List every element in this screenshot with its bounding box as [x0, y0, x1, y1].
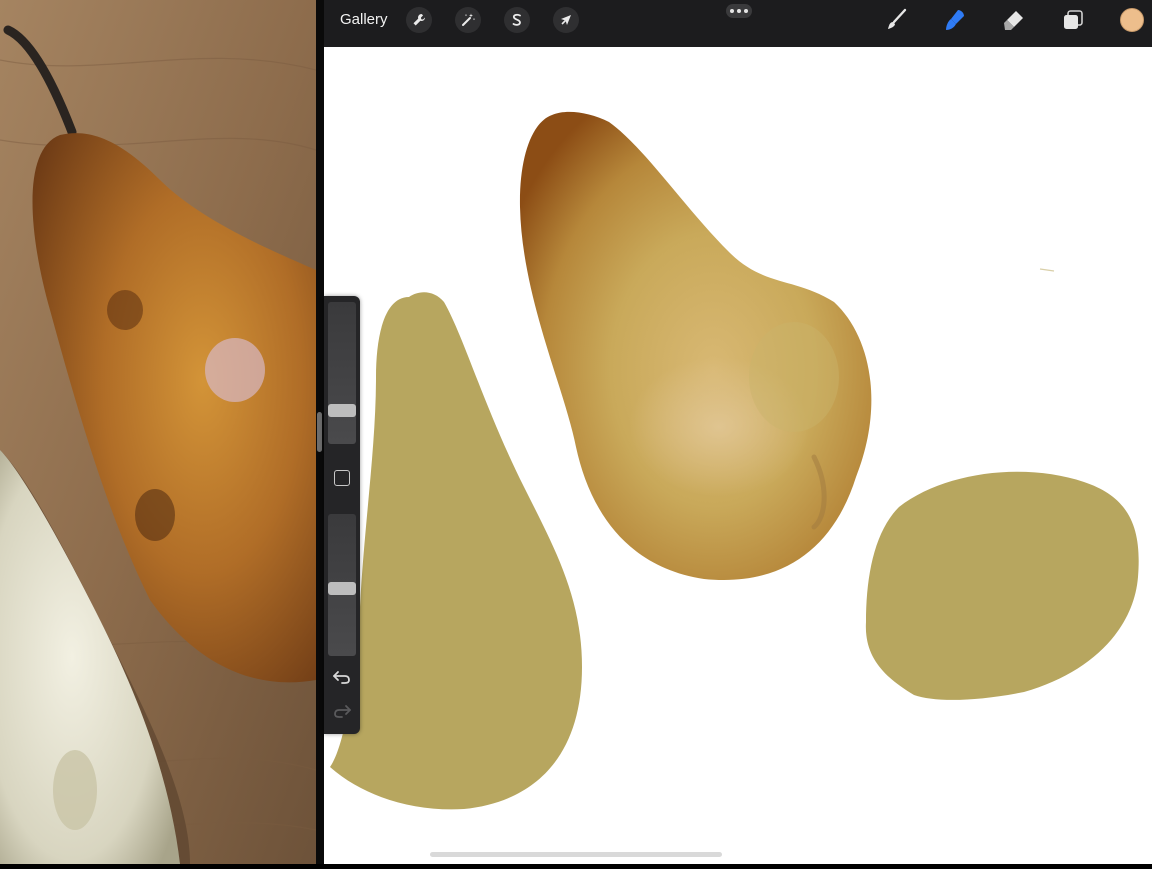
brush-size-slider[interactable]	[328, 302, 356, 444]
undo-icon	[332, 671, 352, 690]
selection-s-icon	[509, 12, 525, 28]
color-picker-button[interactable]	[1120, 8, 1144, 32]
magic-wand-icon	[460, 12, 476, 28]
brush-button[interactable]	[882, 6, 910, 34]
arrow-cursor-icon	[558, 12, 574, 28]
undo-button[interactable]	[332, 668, 352, 686]
drawing-canvas[interactable]	[324, 47, 1152, 864]
brush-size-thumb[interactable]	[328, 404, 356, 417]
actions-button[interactable]	[406, 7, 432, 33]
brush-sidebar	[324, 296, 360, 734]
redo-icon	[332, 705, 352, 724]
selection-button[interactable]	[504, 7, 530, 33]
layers-icon	[1061, 8, 1085, 32]
modify-button[interactable]	[334, 470, 350, 486]
top-toolbar: Gallery	[324, 0, 1152, 48]
smudge-icon	[942, 7, 968, 33]
layers-button[interactable]	[1059, 6, 1087, 34]
gallery-button[interactable]: Gallery	[340, 11, 388, 28]
eraser-icon	[1001, 7, 1027, 33]
more-dots-icon[interactable]	[726, 4, 752, 18]
reference-photo	[0, 0, 316, 864]
redo-button[interactable]	[332, 702, 352, 720]
home-indicator[interactable]	[430, 852, 722, 857]
opacity-slider[interactable]	[328, 514, 356, 656]
procreate-app: Gallery	[324, 0, 1152, 864]
smudge-button[interactable]	[941, 6, 969, 34]
brush-icon	[883, 7, 909, 33]
transform-button[interactable]	[553, 7, 579, 33]
eraser-button[interactable]	[1000, 6, 1028, 34]
opacity-thumb[interactable]	[328, 582, 356, 595]
adjustments-button[interactable]	[455, 7, 481, 33]
wrench-icon	[411, 12, 427, 28]
split-view-handle[interactable]	[317, 412, 322, 452]
